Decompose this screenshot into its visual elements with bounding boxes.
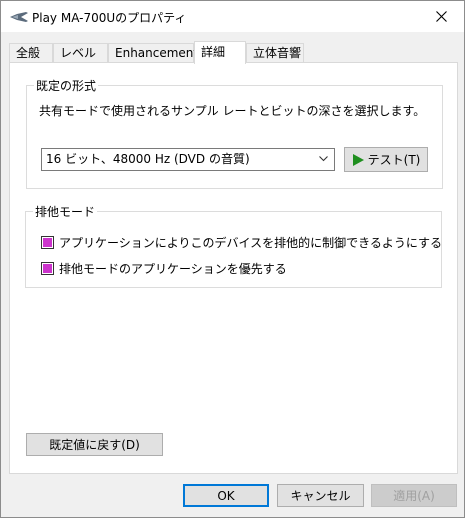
tab-advanced[interactable]: 詳細 [194, 41, 246, 64]
close-button[interactable] [418, 1, 464, 32]
checkbox-checked-mark [43, 264, 52, 273]
sample-rate-selected: 16 ビット、48000 Hz (DVD の音質) [46, 152, 250, 166]
tab-levels[interactable]: レベル [53, 43, 108, 63]
allow-exclusive-control-label: アプリケーションによりこのデバイスを排他的に制御できるようにする [59, 236, 443, 250]
title-bar: Play MA-700Uのプロパティ [1, 1, 464, 32]
allow-exclusive-control-checkbox[interactable] [41, 236, 54, 249]
close-icon [435, 11, 447, 22]
speaker-device-icon [10, 12, 28, 22]
ok-button[interactable]: OK [183, 484, 269, 507]
play-icon [352, 153, 364, 166]
checkbox-checked-mark [43, 238, 52, 247]
restore-defaults-button[interactable]: 既定値に戻す(D) [26, 433, 163, 456]
exclusive-priority-option[interactable]: 排他モードのアプリケーションを優先する [41, 260, 287, 277]
tab-spatial-sound[interactable]: 立体音響 [246, 43, 304, 63]
exclusive-priority-checkbox[interactable] [41, 262, 54, 275]
allow-exclusive-control-option[interactable]: アプリケーションによりこのデバイスを排他的に制御できるようにする [41, 234, 442, 251]
default-format-group: 既定の形式 [26, 77, 443, 189]
exclusive-mode-label: 排他モード [33, 203, 98, 220]
default-format-label: 既定の形式 [34, 77, 99, 94]
chevron-down-icon [319, 156, 328, 162]
tab-enhancements[interactable]: Enhancements [108, 43, 204, 63]
window-title: Play MA-700Uのプロパティ [32, 11, 187, 25]
default-format-description: 共有モードで使用されるサンプル レートとビットの深さを選択します。 [39, 104, 426, 118]
exclusive-priority-label: 排他モードのアプリケーションを優先する [59, 262, 287, 276]
test-button-label: テスト(T) [367, 153, 421, 167]
apply-button[interactable]: 適用(A) [371, 484, 457, 507]
cancel-button[interactable]: キャンセル [277, 484, 364, 507]
properties-dialog: Play MA-700Uのプロパティ 全般 レベル Enhancements 詳… [0, 0, 465, 518]
sample-rate-dropdown[interactable]: 16 ビット、48000 Hz (DVD の音質) [41, 148, 335, 171]
tab-general[interactable]: 全般 [9, 43, 53, 63]
tab-strip: 全般 レベル Enhancements 詳細 立体音響 [9, 41, 458, 64]
test-button[interactable]: テスト(T) [344, 147, 428, 172]
